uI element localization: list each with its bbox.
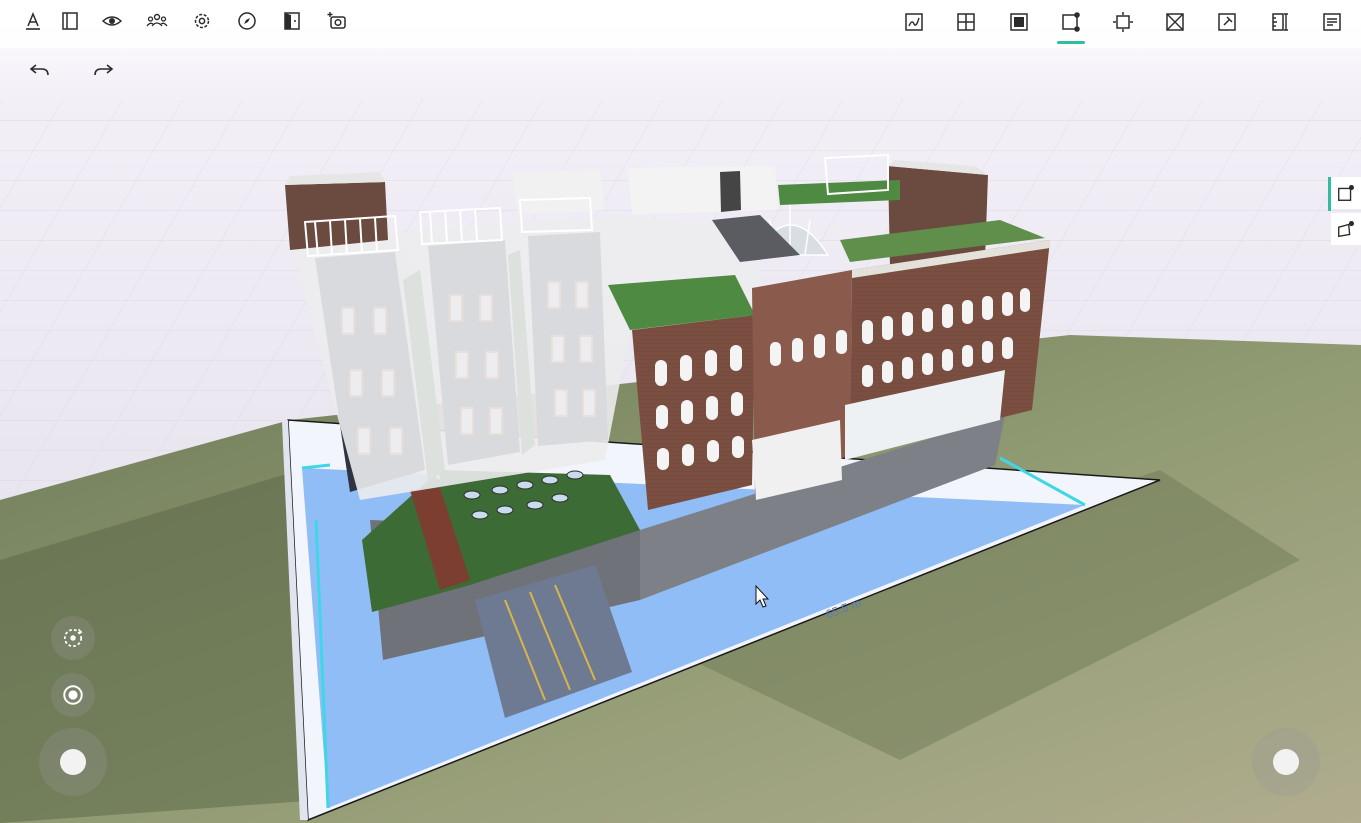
door-icon[interactable] — [278, 7, 306, 35]
eye-icon[interactable] — [98, 7, 126, 35]
right-joystick-knob[interactable] — [1273, 749, 1299, 775]
window-grid-icon[interactable] — [952, 8, 980, 36]
side-skew-node-button[interactable] — [1331, 213, 1361, 245]
right-joystick[interactable] — [1252, 728, 1320, 796]
list-panel-icon[interactable] — [1318, 8, 1346, 36]
sketch-frame-icon[interactable] — [900, 8, 928, 36]
focus-target-button[interactable] — [51, 673, 95, 717]
active-tool-indicator — [1057, 41, 1085, 44]
pin-square-icon[interactable] — [1213, 8, 1241, 36]
square-arrows-icon[interactable] — [1109, 8, 1137, 36]
3d-viewport[interactable]: 65.5 m — [0, 0, 1361, 823]
undo-button[interactable] — [25, 56, 53, 84]
ruler-panel-icon[interactable] — [1265, 8, 1293, 36]
pencil-underline-icon[interactable] — [19, 7, 47, 35]
square-corner-nodes-icon[interactable] — [1057, 8, 1085, 36]
left-joystick[interactable] — [39, 728, 107, 796]
redo-button[interactable] — [90, 56, 118, 84]
people-icon[interactable] — [143, 7, 171, 35]
orbit-rotate-button[interactable] — [51, 616, 95, 660]
side-square-node-button[interactable] — [1331, 177, 1361, 209]
wall-panel-icon[interactable] — [56, 7, 84, 35]
crossed-square-icon[interactable] — [1161, 8, 1189, 36]
compass-icon[interactable] — [233, 7, 261, 35]
camera-sparkle-icon[interactable] — [323, 7, 351, 35]
gear-icon[interactable] — [188, 7, 216, 35]
filled-square-icon[interactable] — [1005, 8, 1033, 36]
left-joystick-knob[interactable] — [60, 749, 86, 775]
